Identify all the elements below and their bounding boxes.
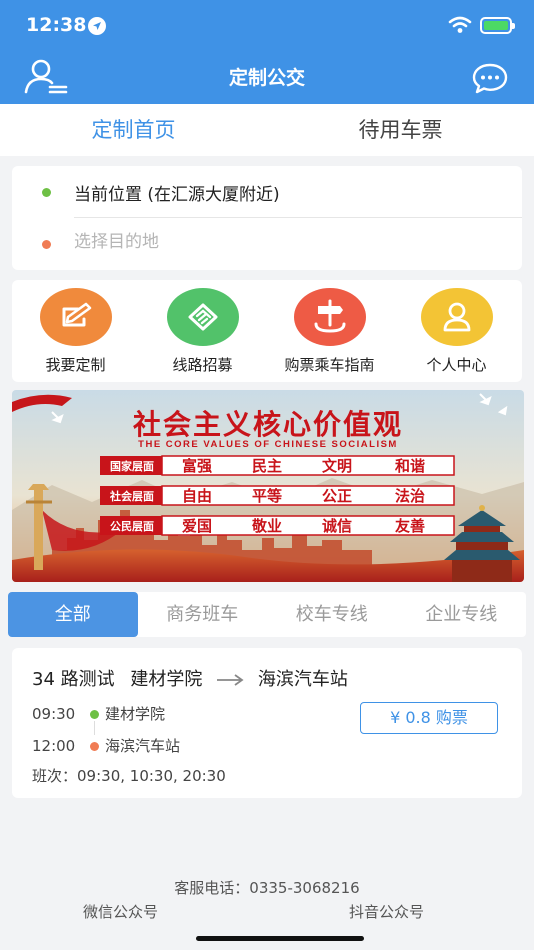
origin-dot-icon — [42, 188, 51, 197]
destination-dot-icon — [42, 240, 51, 249]
banner-subtitle: THE CORE VALUES OF CHINESE SOCIALISM — [138, 439, 398, 450]
quick-action-label: 购票乘车指南 — [284, 356, 375, 374]
route-schedule: 班次：09:30, 10:30, 20:30 — [32, 765, 226, 786]
quick-action-profile[interactable]: 个人中心 — [393, 288, 520, 375]
banner-image: 社会主义核心价值观 THE CORE VALUES OF CHINESE SOC… — [12, 390, 524, 582]
wechat-account-link[interactable]: 微信公众号 — [83, 901, 158, 922]
stop-name: 海滨汽车站 — [105, 737, 181, 755]
svg-text:公民层面: 公民层面 — [110, 520, 154, 533]
edit-icon — [39, 288, 112, 346]
banner-title: 社会主义核心价值观 — [133, 408, 403, 441]
category-tabs: 全部 商务班车 校车专线 企业专线 — [8, 592, 526, 637]
battery-icon — [480, 17, 515, 34]
quick-action-label: 个人中心 — [426, 356, 487, 374]
tab-custom-home[interactable]: 定制首页 — [0, 104, 267, 156]
current-location-text: 当前位置 (在汇源大厦附近) — [74, 185, 280, 205]
banner-row: 公民层面 爱国 敬业 诚信 友善 — [100, 515, 455, 536]
stop-name: 建材学院 — [105, 705, 166, 723]
main-tabs: 定制首页 待用车票 — [0, 104, 534, 156]
location-card: 当前位置 (在汇源大厦附近) — [12, 166, 522, 270]
stop-time: 09:30 — [32, 705, 76, 723]
tab-all[interactable]: 全部 — [8, 592, 138, 637]
signpost-icon — [293, 288, 366, 346]
destination-input[interactable] — [74, 232, 474, 252]
app-header: 12:38 定制公交 — [0, 0, 534, 104]
svg-text:富强: 富强 — [182, 457, 212, 475]
core-values-banner[interactable]: 社会主义核心价值观 THE CORE VALUES OF CHINESE SOC… — [12, 390, 524, 582]
current-location-row[interactable]: 当前位置 (在汇源大厦附近) — [12, 166, 522, 218]
home-indicator — [196, 936, 364, 941]
quick-action-label: 我要定制 — [45, 356, 106, 374]
origin-dot-icon — [90, 709, 99, 719]
svg-text:平等: 平等 — [252, 487, 282, 505]
schedule-times: 09:30, 10:30, 20:30 — [77, 767, 226, 785]
destination-dot-icon — [90, 741, 99, 751]
svg-text:自由: 自由 — [182, 487, 212, 505]
svg-text:社会层面: 社会层面 — [109, 489, 154, 503]
svg-text:诚信: 诚信 — [322, 517, 352, 535]
svg-text:文明: 文明 — [322, 457, 352, 475]
destination-row[interactable] — [12, 218, 522, 270]
stop-connector — [94, 721, 95, 735]
quick-action-guide[interactable]: 购票乘车指南 — [266, 288, 393, 375]
route-origin: 建材学院 — [130, 669, 203, 690]
page-title: 定制公交 — [228, 67, 305, 89]
tab-school-line[interactable]: 校车专线 — [267, 592, 397, 637]
svg-text:敬业: 敬业 — [251, 517, 282, 535]
stop-origin: 09:30 建材学院 — [32, 703, 165, 724]
svg-text:爱国: 爱国 — [182, 517, 212, 535]
arrow-right-icon — [217, 674, 244, 686]
wifi-icon — [448, 16, 472, 33]
route-card[interactable]: 34 路测试 建材学院 海滨汽车站 09:30 建材学院 12:00 海滨汽车站 班… — [12, 648, 522, 798]
svg-text:公正: 公正 — [322, 487, 352, 505]
stop-destination: 12:00 海滨汽车站 — [32, 735, 180, 756]
quick-action-label: 线路招募 — [172, 356, 233, 374]
location-arrow-icon — [88, 17, 106, 35]
tab-business-shuttle[interactable]: 商务班车 — [138, 592, 268, 637]
handshake-icon — [166, 288, 239, 346]
banner-row: 国家层面 富强 民主 文明 和谐 — [100, 455, 455, 476]
svg-text:友善: 友善 — [395, 517, 425, 535]
quick-actions: 我要定制 线路招募 购票乘车指南 个人中心 — [12, 280, 522, 382]
svg-text:民主: 民主 — [252, 457, 282, 475]
tab-pending-tickets[interactable]: 待用车票 — [267, 104, 534, 156]
person-icon — [420, 288, 493, 346]
route-name: 34 路测试 — [32, 669, 115, 690]
svg-text:法治: 法治 — [395, 487, 425, 505]
route-title: 34 路测试 建材学院 海滨汽车站 — [32, 665, 348, 691]
quick-action-custom[interactable]: 我要定制 — [12, 288, 139, 375]
status-time: 12:38 — [26, 14, 87, 36]
service-phone[interactable]: 客服电话：0335-3068216 — [0, 877, 534, 898]
svg-text:国家层面: 国家层面 — [110, 459, 154, 473]
quick-action-recruit[interactable]: 线路招募 — [139, 288, 266, 375]
stop-time: 12:00 — [32, 737, 76, 755]
douyin-account-link[interactable]: 抖音公众号 — [349, 901, 424, 922]
buy-ticket-button[interactable]: ¥ 0.8 购票 — [360, 702, 498, 734]
banner-row: 社会层面 自由 平等 公正 法治 — [100, 485, 455, 506]
svg-text:和谐: 和谐 — [395, 457, 425, 475]
route-destination: 海滨汽车站 — [257, 669, 348, 690]
tab-enterprise-line[interactable]: 企业专线 — [397, 592, 527, 637]
schedule-label: 班次： — [32, 767, 78, 785]
chat-icon[interactable] — [472, 62, 508, 94]
